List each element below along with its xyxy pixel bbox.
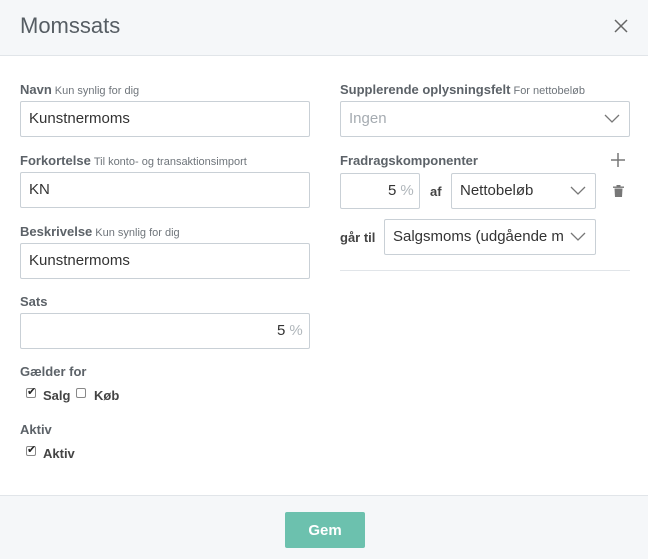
applies-for-label: Gælder for [20, 364, 87, 379]
purchase-checkbox-label: Køb [94, 388, 120, 403]
active-label: Aktiv [20, 422, 52, 437]
abbreviation-label: Forkortelse Til konto- og transaktionsimp… [20, 153, 247, 168]
trash-icon[interactable] [613, 185, 624, 197]
name-label: Navn Kun synlig for dig [20, 82, 140, 97]
dialog-header: Momssats [0, 0, 648, 56]
chevron-down-icon [570, 186, 586, 195]
rate-input[interactable] [20, 313, 310, 349]
supplementary-select[interactable]: Ingen [340, 101, 630, 137]
close-icon[interactable] [613, 18, 629, 34]
of-label: af [430, 184, 442, 199]
active-checkbox-label: Aktiv [43, 446, 75, 461]
active-checkbox[interactable]: ✔ [26, 444, 36, 456]
deduction-percent-value: 5% [388, 182, 414, 199]
goes-to-label: går til [340, 230, 376, 245]
description-input[interactable]: Kunstnermoms [20, 243, 310, 279]
save-button[interactable]: Gem [285, 512, 365, 548]
chevron-down-icon [570, 232, 586, 241]
dialog-title: Momssats [20, 13, 121, 38]
supplementary-label: Supplerende oplysningsfelt For nettobeløb [340, 82, 586, 97]
rate-label: Sats [20, 294, 48, 309]
sales-checkbox[interactable]: ✔ [26, 386, 36, 398]
name-input[interactable]: Kunstnermoms [20, 101, 310, 137]
purchase-checkbox[interactable] [76, 388, 86, 398]
chevron-down-icon [604, 114, 620, 123]
divider [340, 270, 630, 271]
dialog-footer: Gem [0, 495, 648, 559]
abbreviation-input[interactable]: KN [20, 172, 310, 208]
deduction-label: Fradragskomponenter [340, 153, 478, 168]
plus-icon[interactable] [611, 153, 625, 167]
sales-checkbox-label: Salg [43, 388, 71, 403]
deduction-target-select[interactable]: Salgsmoms (udgående m [384, 219, 596, 255]
description-label: Beskrivelse Kun synlig for dig [20, 224, 180, 239]
rate-value: 5% [277, 322, 303, 339]
vat-rate-dialog: Momssats Navn Kun synlig for dig Kunstner… [0, 0, 648, 559]
